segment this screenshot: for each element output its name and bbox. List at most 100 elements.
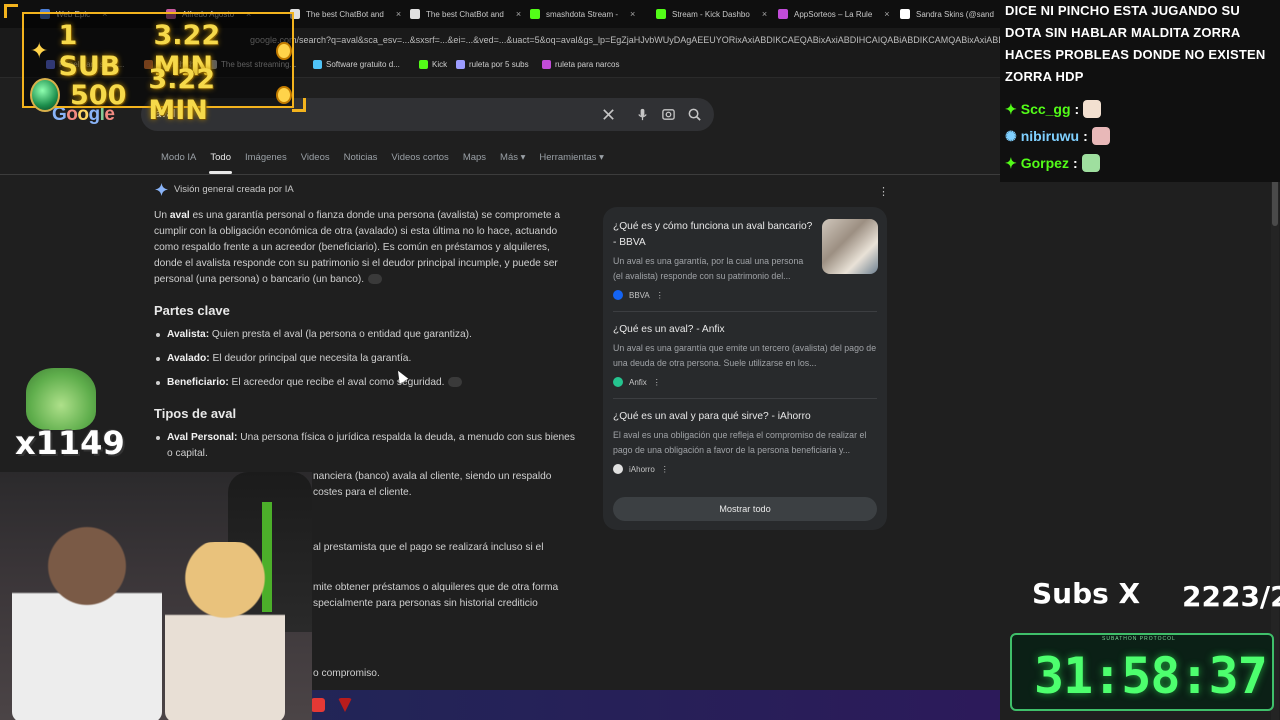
source-divider [613,398,877,399]
chat-badge-icon: ✺ [1005,127,1017,144]
more-options-icon[interactable]: ⋮ [661,465,669,474]
source-snippet: Un aval es una garantía, por la cual una… [613,256,804,281]
answer-text-fragment: costes para el cliente. [313,487,412,498]
source-title[interactable]: ¿Qué es un aval? - Anfix [613,322,877,338]
search-tab[interactable]: Noticias [337,152,385,170]
list-term: Avalado: [167,353,210,364]
frog-multiplier: x1149 [15,424,125,462]
overlay-corner-decoration [4,4,18,18]
tab-label: Sandra Skins (@sand [916,9,994,19]
answer-text-fragment: o compromiso. [313,668,380,679]
tab-favicon-icon [410,9,420,19]
chat-separator: : [1083,128,1088,144]
tab-label: The best ChatBot and [426,9,504,19]
tab-close-icon[interactable]: × [630,9,635,19]
lens-icon[interactable] [661,107,676,122]
chat-badge-icon: ✦ [1005,154,1017,171]
header-divider [0,174,1000,175]
browser-tab[interactable]: smashdota Stream - × [524,4,642,24]
source-card[interactable]: ¿Qué es y cómo funciona un aval bancario… [613,219,813,300]
show-all-button[interactable]: Mostrar todo [613,497,877,521]
browser-tab[interactable]: The best ChatBot and × [404,4,522,24]
source-divider [613,311,877,312]
subs-value: 2223/2 [1182,580,1280,613]
list-item: Avalado: El deudor principal que necesit… [156,351,577,367]
bookmark-item[interactable]: ruleta por 5 subs [456,60,529,69]
bookmark-item[interactable]: Kick [419,60,447,69]
search-tab[interactable]: Todo [203,152,238,174]
microphone-icon[interactable] [635,107,650,122]
site-favicon-icon [613,464,623,474]
paragraph-text: Un [154,210,170,221]
list-item: Avalista: Quien presta el aval (la perso… [156,327,577,343]
app-icon[interactable] [338,698,352,712]
source-site: iAhorro ⋮ [613,464,877,474]
answer-text-fragment: specialmente para personas sin historial… [313,598,538,609]
answer-text-fragment: mite obtener préstamos o alquileres que … [313,582,559,593]
bookmark-favicon-icon [419,60,428,69]
source-site: BBVA ⋮ [613,290,813,300]
tab-favicon-icon [530,9,540,19]
subathon-timer: SUBATHON PROTOCOL 31:58:37 [1010,633,1274,711]
tab-close-icon[interactable]: × [396,9,401,19]
clear-icon[interactable] [601,107,616,122]
bookmark-label: ruleta para narcos [555,60,620,69]
source-card[interactable]: ¿Qué es un aval y para qué sirve? - iAho… [613,409,877,474]
tab-close-icon[interactable]: × [516,9,521,19]
gem-count: 500 [70,79,127,111]
tab-favicon-icon [900,9,910,19]
gem-time: 3.22 MIN [148,64,215,126]
search-tab[interactable]: Modo IA [154,152,203,170]
search-tab[interactable]: Imágenes [238,152,294,170]
bookmark-item[interactable]: ruleta para narcos [542,60,619,69]
site-favicon-icon [613,377,623,387]
chat-username: nibiruwu [1020,128,1080,144]
page-scrollbar[interactable] [1271,88,1279,720]
tab-close-icon[interactable]: × [884,9,889,19]
chat-separator: : [1074,101,1080,117]
tab-label: AppSorteos – La Rule [794,9,873,19]
more-options-icon[interactable]: ⋮ [878,185,889,198]
kick-gem-icon [30,78,60,112]
site-name: Anfix [629,377,647,387]
bookmark-favicon-icon [542,60,551,69]
search-tab[interactable]: Videos [294,152,337,170]
webcam-feed [0,472,312,720]
streamer [12,522,162,720]
highlighted-term: aval [169,210,190,221]
source-title[interactable]: ¿Qué es y cómo funciona un aval bancario… [613,219,813,251]
bookmark-label: Software gratuito d... [326,60,400,69]
bookmark-favicon-icon [313,60,322,69]
source-link-icon[interactable] [448,377,463,388]
list-term: Beneficiario: [167,377,229,388]
source-thumbnail[interactable] [822,219,878,274]
browser-tab[interactable]: AppSorteos – La Rule × [772,4,890,24]
search-tab[interactable]: Herramientas ▾ [532,152,610,170]
ai-overview-header: Visión general creada por IA [155,183,294,196]
browser-tab[interactable]: Stream - Kick Dashbo × [650,4,768,24]
subathon-rate-overlay: ✦ 1 SUB 3.22 MIN 500 3.22 MIN [22,12,294,126]
more-options-icon[interactable]: ⋮ [653,378,661,387]
search-tab[interactable]: Más ▾ [493,152,532,170]
search-icon[interactable] [687,107,702,122]
site-name: BBVA [629,290,650,300]
chat-emote-icon [1081,154,1100,172]
browser-tab[interactable]: The best ChatBot and × [284,4,402,24]
bookmark-item[interactable]: Software gratuito d... [313,60,400,69]
search-tab[interactable]: Videos cortos [384,152,455,170]
more-options-icon[interactable]: ⋮ [656,291,664,300]
section-partes-clave: Partes clave [154,303,230,318]
chat-username: Scc_gg [1020,101,1071,117]
source-snippet: El aval es una obligación que refleja el… [613,430,867,455]
chat-overlay: DICE NI PINCHO ESTA JUGANDO SU DOTA SIN … [1000,0,1280,182]
source-card[interactable]: ¿Qué es un aval? - Anfix Un aval es una g… [613,322,877,387]
source-title[interactable]: ¿Qué es un aval y para qué sirve? - iAho… [613,409,877,425]
tab-close-icon[interactable]: × [762,9,767,19]
browser-tab[interactable]: Sandra Skins (@sand× [894,4,1012,24]
search-tab[interactable]: Maps [456,152,493,170]
youtube-icon[interactable] [311,698,325,712]
tab-favicon-icon [656,9,666,19]
chat-line: ✦ Gorpez: [1005,154,1100,172]
source-link-icon[interactable] [368,274,383,285]
sparkle-icon [155,183,168,196]
